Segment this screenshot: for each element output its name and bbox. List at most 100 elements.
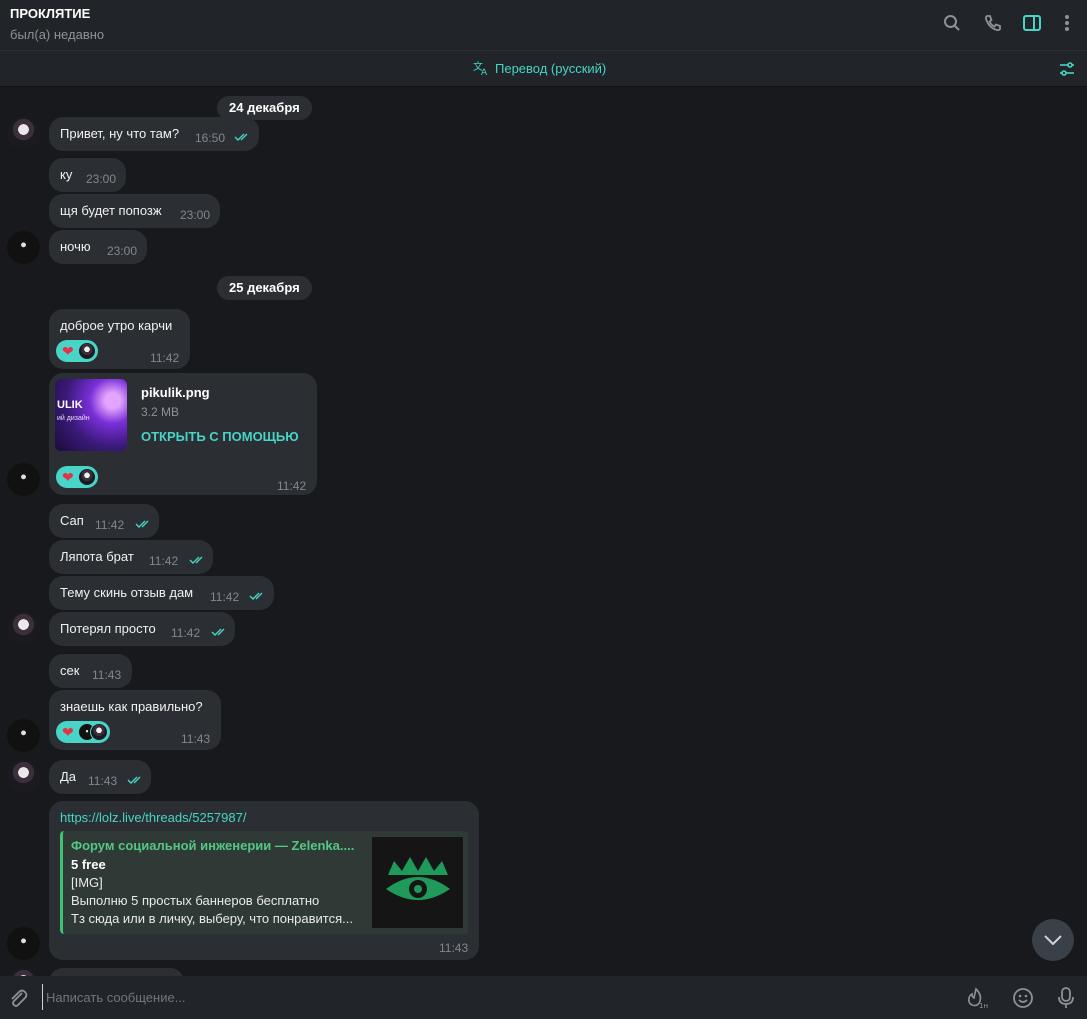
link-preview[interactable]: Форум социальной инженерии — Zelenka....… (60, 831, 468, 934)
avatar[interactable] (7, 719, 40, 752)
slowmode-fire-icon[interactable]: 1н (966, 987, 990, 1014)
avatar[interactable] (7, 760, 40, 793)
message-text: доброе утро карчи (60, 318, 173, 333)
message-bubble-partial[interactable] (49, 968, 184, 976)
avatar[interactable] (7, 463, 40, 496)
file-thumbnail[interactable]: ULIK ий дизайн (55, 379, 127, 451)
message-composer: 1н (0, 976, 1087, 1019)
thumbnail-subtext: ий дизайн (57, 415, 90, 422)
read-check-icon (211, 628, 225, 636)
avatar[interactable] (7, 968, 40, 976)
scroll-down-button[interactable] (1032, 919, 1074, 961)
message-text: щя будет попозж (60, 203, 162, 218)
message-time: 11:43 (439, 941, 469, 955)
file-size: 3.2 MB (141, 405, 180, 419)
message-list[interactable]: 24 декабря Привет, ну что там? 16:50 ку … (0, 87, 1087, 976)
message-time: 23:00 (180, 208, 211, 222)
preview-image[interactable] (372, 837, 463, 928)
reaction-badge[interactable]: ❤ (56, 340, 98, 362)
chat-title[interactable]: ПРОКЛЯТИЕ (10, 6, 90, 21)
message-text: Тему скинь отзыв дам (60, 585, 194, 600)
avatar[interactable] (7, 117, 40, 150)
date-separator: 25 декабря (217, 276, 312, 300)
message-time: 11:43 (88, 774, 118, 788)
message-time: 11:42 (95, 518, 125, 532)
message-bubble[interactable]: доброе утро карчи ❤ 11:42 (49, 309, 190, 369)
message-time: 11:43 (92, 668, 122, 682)
heart-icon: ❤ (62, 343, 74, 359)
microphone-icon[interactable] (1057, 987, 1075, 1014)
message-bubble[interactable]: ку 23:00 (49, 158, 126, 192)
file-name: pikulik.png (141, 385, 210, 400)
emoji-icon[interactable] (1012, 987, 1034, 1014)
avatar[interactable] (7, 927, 40, 960)
heart-icon: ❤ (62, 724, 74, 740)
message-text: Да (60, 769, 77, 784)
message-text: ку (60, 167, 73, 182)
message-bubble[interactable]: сек 11:43 (49, 654, 132, 688)
chat-header: ПРОКЛЯТИЕ был(а) недавно (0, 0, 1087, 50)
thumbnail-text: ULIK (57, 399, 83, 411)
search-icon[interactable] (942, 13, 962, 33)
translate-label: Перевод (русский) (495, 60, 607, 76)
link-message[interactable]: https://lolz.live/threads/5257987/ Форум… (49, 801, 479, 960)
message-time: 11:42 (171, 626, 201, 640)
message-time: 16:50 (195, 131, 226, 145)
file-message[interactable]: ULIK ий дизайн pikulik.png 3.2 MB ОТКРЫТ… (49, 373, 317, 495)
svg-text:A: A (481, 68, 488, 76)
read-check-icon (127, 776, 141, 784)
svg-text:1н: 1н (979, 1002, 988, 1009)
read-check-icon (135, 520, 149, 528)
message-time: 23:00 (107, 244, 138, 258)
message-text: знаешь как правильно? (60, 699, 203, 714)
reaction-badge[interactable]: ❤ (56, 466, 98, 488)
preview-line: [IMG] (71, 875, 103, 890)
translate-settings-icon[interactable] (1058, 60, 1076, 83)
open-with-button[interactable]: ОТКРЫТЬ С ПОМОЩЬЮ (141, 429, 299, 444)
message-text: Привет, ну что там? (60, 126, 180, 141)
message-input[interactable] (42, 984, 922, 1010)
message-text: Ляпота брат (60, 549, 134, 564)
reactor-avatar (77, 468, 96, 486)
avatar[interactable] (7, 612, 40, 645)
heart-icon: ❤ (62, 469, 74, 485)
preview-line: Тз сюда или в личку, выберу, что понрави… (71, 911, 353, 926)
eye-logo-icon (385, 856, 450, 900)
reactor-avatar (77, 342, 96, 360)
message-bubble[interactable]: Да 11:43 (49, 760, 151, 794)
chevron-down-icon (1044, 935, 1062, 945)
chat-status: был(а) недавно (10, 27, 105, 42)
sidebar-icon[interactable] (1022, 13, 1042, 33)
avatar[interactable] (7, 231, 40, 264)
translate-icon: 文A (473, 60, 488, 76)
message-text: Потерял просто (60, 621, 156, 636)
preview-line: Выполню 5 простых баннеров бесплатно (71, 893, 320, 908)
message-bubble[interactable]: знаешь как правильно? ❤ 11:43 (49, 690, 221, 750)
message-link[interactable]: https://lolz.live/threads/5257987/ (60, 810, 246, 825)
message-bubble[interactable]: Тему скинь отзыв дам 11:42 (49, 576, 274, 610)
read-check-icon (249, 592, 263, 600)
preview-site: Форум социальной инженерии — Zelenka.... (71, 838, 355, 853)
phone-icon[interactable] (983, 13, 1003, 33)
message-bubble[interactable]: щя будет попозж 23:00 (49, 194, 220, 228)
reaction-badge[interactable]: ❤ (56, 721, 110, 743)
message-bubble[interactable]: Привет, ну что там? 16:50 (49, 117, 259, 151)
message-text: сек (60, 663, 80, 678)
read-check-icon (189, 556, 203, 564)
message-text: ночю (60, 239, 91, 254)
translate-button[interactable]: 文A Перевод (русский) (473, 60, 606, 76)
message-time: 11:42 (150, 351, 180, 365)
message-bubble[interactable]: Сап 11:42 (49, 504, 159, 538)
message-bubble[interactable]: ночю 23:00 (49, 230, 147, 264)
message-time: 11:42 (277, 479, 307, 493)
message-text: Сап (60, 513, 84, 528)
message-bubble[interactable]: Потерял просто 11:42 (49, 612, 235, 646)
message-bubble[interactable]: Ляпота брат 11:42 (49, 540, 213, 574)
read-check-icon (234, 133, 248, 141)
preview-title: 5 free (71, 857, 106, 872)
message-time: 11:42 (149, 554, 179, 568)
more-icon[interactable] (1057, 13, 1077, 33)
translate-bar: 文A Перевод (русский) (0, 50, 1087, 87)
attach-icon[interactable] (8, 987, 28, 1014)
message-time: 11:42 (210, 590, 240, 604)
